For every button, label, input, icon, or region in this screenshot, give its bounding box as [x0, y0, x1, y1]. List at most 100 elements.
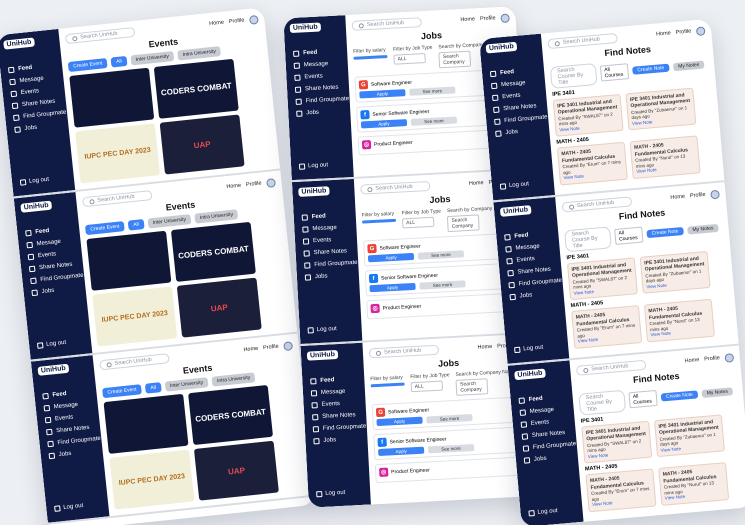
home-link[interactable]: Home	[460, 16, 475, 23]
view-note-link[interactable]: View Note	[636, 167, 657, 174]
logout-button[interactable]: Log out	[499, 181, 529, 190]
event-poster[interactable]: UAP	[176, 277, 262, 338]
salary-slider[interactable]	[370, 382, 405, 388]
see-more-button[interactable]: See more	[417, 250, 465, 260]
see-more-button[interactable]: See more	[427, 444, 475, 454]
note-card[interactable]: MATH - 2405 Fundamental Calculus Created …	[585, 468, 657, 513]
course-filter-select[interactable]: All Courses	[628, 389, 658, 409]
job-type-select[interactable]: ALL	[393, 53, 426, 65]
see-more-button[interactable]: See more	[426, 414, 473, 424]
apply-button[interactable]: Apply	[369, 282, 416, 293]
avatar[interactable]	[248, 14, 259, 25]
apply-button[interactable]: Apply	[367, 252, 415, 263]
event-poster[interactable]	[69, 67, 155, 128]
logout-button[interactable]: Log out	[54, 503, 84, 512]
event-poster[interactable]: UAP	[159, 114, 245, 175]
event-poster[interactable]: IUPC PEC DAY 2023	[75, 123, 161, 184]
salary-slider[interactable]	[353, 55, 388, 60]
course-search-input[interactable]: Search Course By Title	[578, 389, 627, 416]
avatar[interactable]	[266, 177, 276, 188]
home-link[interactable]: Home	[243, 346, 258, 354]
search-input[interactable]: Search UniHub	[547, 32, 618, 50]
sidebar-item-jobs[interactable]: Jobs	[297, 269, 360, 284]
note-card[interactable]: IPE 3401 Industrial and Operational Mana…	[581, 420, 653, 464]
home-link[interactable]: Home	[477, 344, 492, 351]
sidebar-item-jobs[interactable]: Jobs	[305, 433, 368, 448]
note-card[interactable]: IPE 3401 Industrial and Operational Mana…	[625, 87, 697, 131]
view-note-link[interactable]: View Note	[592, 500, 613, 507]
logout-button[interactable]: Log out	[528, 508, 558, 517]
course-search-input[interactable]: Search Course By Title	[549, 62, 598, 89]
see-more-button[interactable]: See more	[419, 280, 466, 290]
company-search-input[interactable]: Search Company	[438, 50, 472, 69]
event-poster[interactable]	[86, 230, 172, 291]
avatar[interactable]	[724, 352, 735, 363]
my-notes-button[interactable]: My Notes	[701, 387, 734, 398]
company-search-input[interactable]: Search Company	[455, 378, 489, 396]
note-card[interactable]: MATH - 2405 Fundamental Calculus Created …	[643, 299, 715, 343]
filter-inter-university-chip[interactable]: Inter University	[147, 214, 192, 229]
apply-button[interactable]: Apply	[359, 89, 406, 99]
note-card[interactable]: MATH - 2405 Fundamental Calculus Created …	[629, 135, 701, 179]
job-type-select[interactable]: ALL	[401, 216, 435, 229]
search-input[interactable]: Search UniHub	[575, 359, 647, 376]
view-note-link[interactable]: View Note	[632, 119, 653, 126]
home-link[interactable]: Home	[684, 357, 699, 364]
event-poster[interactable]: CODERS COMBAT	[188, 384, 274, 446]
note-card[interactable]: MATH - 2405 Fundamental Calculus Created …	[571, 305, 643, 349]
logout-button[interactable]: Log out	[514, 345, 544, 354]
avatar[interactable]	[283, 340, 294, 351]
profile-link[interactable]: Profile	[480, 15, 496, 22]
avatar[interactable]	[500, 13, 510, 23]
home-link[interactable]: Home	[656, 30, 671, 37]
filter-all-chip[interactable]: All	[127, 219, 145, 231]
view-note-link[interactable]: View Note	[578, 337, 599, 344]
avatar[interactable]	[710, 189, 720, 199]
note-card[interactable]: IPE 3401 Industrial and Operational Mana…	[653, 414, 725, 458]
create-event-button[interactable]: Create Event	[102, 384, 143, 399]
job-type-select[interactable]: ALL	[410, 380, 444, 393]
profile-link[interactable]: Profile	[690, 192, 706, 199]
profile-link[interactable]: Profile	[675, 29, 691, 36]
search-input[interactable]: Search UniHub	[351, 17, 422, 31]
note-card[interactable]: MATH - 2405 Fundamental Calculus Created …	[556, 142, 628, 186]
course-search-input[interactable]: Search Course By Title	[564, 226, 612, 253]
event-poster[interactable]: CODERS COMBAT	[153, 58, 239, 119]
logout-button[interactable]: Log out	[19, 177, 49, 186]
filter-intra-university-chip[interactable]: Intra University	[177, 46, 222, 61]
see-more-button[interactable]: See more	[410, 116, 458, 126]
view-note-link[interactable]: View Note	[588, 452, 609, 459]
search-input[interactable]: Search UniHub	[561, 196, 633, 213]
view-note-link[interactable]: View Note	[665, 494, 686, 501]
logout-button[interactable]: Log out	[307, 326, 337, 334]
create-event-button[interactable]: Create Event	[84, 221, 125, 236]
apply-button[interactable]: Apply	[376, 416, 423, 427]
create-note-button[interactable]: Create Note	[646, 226, 684, 239]
search-input[interactable]: Search UniHub	[368, 344, 440, 359]
avatar[interactable]	[695, 25, 706, 36]
filter-all-chip[interactable]: All	[145, 382, 162, 394]
my-notes-button[interactable]: My Notes	[672, 60, 705, 72]
profile-link[interactable]: Profile	[263, 344, 279, 352]
unihub-logo[interactable]: UniHub	[298, 186, 330, 197]
note-card[interactable]: IPE 3401 Industrial and Operational Mana…	[552, 93, 624, 138]
sidebar-item-jobs[interactable]: Jobs	[288, 105, 351, 120]
company-search-input[interactable]: Search Company	[447, 214, 481, 233]
unihub-logo[interactable]: UniHub	[306, 350, 339, 361]
note-card[interactable]: IPE 3401 Industrial and Operational Mana…	[566, 257, 638, 301]
view-note-link[interactable]: View Note	[573, 289, 594, 296]
create-event-button[interactable]: Create Event	[67, 57, 108, 73]
search-input[interactable]: Search UniHub	[360, 180, 431, 195]
view-note-link[interactable]: View Note	[650, 331, 671, 338]
see-more-button[interactable]: See more	[409, 86, 456, 96]
profile-link[interactable]: Profile	[704, 355, 720, 362]
event-poster[interactable]: UAP	[193, 440, 279, 501]
view-note-link[interactable]: View Note	[563, 174, 584, 181]
event-poster[interactable]: IUPC PEC DAY 2023	[92, 286, 178, 347]
logout-button[interactable]: Log out	[36, 340, 66, 349]
home-link[interactable]: Home	[226, 183, 241, 191]
create-note-button[interactable]: Create Note	[660, 390, 699, 402]
event-poster[interactable]	[103, 393, 189, 454]
note-card[interactable]: MATH - 2405 Fundamental Calculus Created …	[658, 462, 730, 506]
event-poster[interactable]: CODERS COMBAT	[170, 221, 256, 282]
